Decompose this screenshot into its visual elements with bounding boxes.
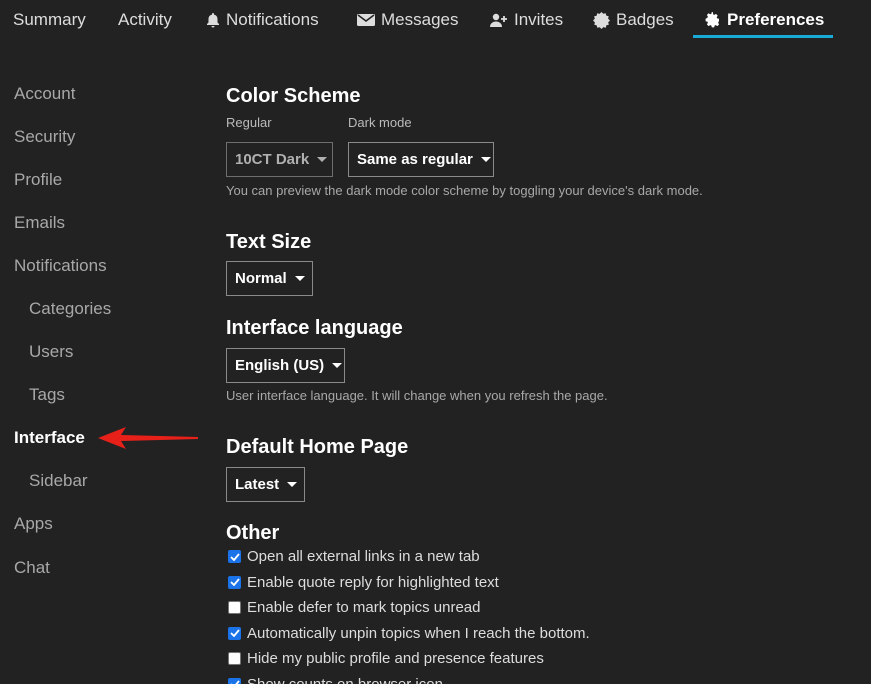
tab-invites-label: Invites xyxy=(514,10,564,29)
sidebar-item-apps[interactable]: Apps xyxy=(14,514,53,534)
color-scheme-heading: Color Scheme xyxy=(226,85,361,107)
chevron-down-icon xyxy=(287,482,298,487)
tab-summary-label: Summary xyxy=(13,10,86,29)
color-scheme-help: You can preview the dark mode color sche… xyxy=(226,183,703,198)
home-page-heading: Default Home Page xyxy=(226,436,409,458)
check-icon xyxy=(230,680,240,684)
tab-messages[interactable]: Messages xyxy=(357,0,458,40)
regular-scheme-value: 10CT Dark xyxy=(235,151,310,168)
checkbox[interactable] xyxy=(228,626,241,640)
user-nav-tabs: Summary Activity Notifications Messages … xyxy=(0,0,871,40)
gear-icon xyxy=(705,12,721,28)
checkbox-label: Enable quote reply for highlighted text xyxy=(247,573,499,591)
other-option-row[interactable]: Open all external links in a new tab xyxy=(228,548,480,565)
tab-notifications[interactable]: Notifications xyxy=(206,0,319,40)
sidebar-item-emails[interactable]: Emails xyxy=(14,213,65,233)
chevron-down-icon xyxy=(294,276,305,281)
regular-scheme-select[interactable]: 10CT Dark xyxy=(226,142,333,177)
user-plus-icon xyxy=(490,13,508,27)
checkbox-label: Open all external links in a new tab xyxy=(247,548,480,565)
sidebar-item-account[interactable]: Account xyxy=(14,84,75,104)
dark-scheme-label: Dark mode xyxy=(348,115,412,130)
tab-preferences[interactable]: Preferences xyxy=(705,0,824,40)
interface-language-heading: Interface language xyxy=(226,317,403,339)
other-heading: Other xyxy=(226,522,280,544)
tab-activity[interactable]: Activity xyxy=(118,0,172,40)
sidebar-item-users[interactable]: Users xyxy=(29,342,73,362)
check-icon xyxy=(229,552,240,561)
regular-scheme-label: Regular xyxy=(226,115,272,130)
bell-icon xyxy=(206,12,220,28)
checkbox[interactable] xyxy=(228,550,241,563)
certificate-icon xyxy=(593,11,610,29)
text-size-heading: Text Size xyxy=(226,231,312,253)
tab-invites[interactable]: Invites xyxy=(490,0,563,40)
interface-language-help: User interface language. It will change … xyxy=(226,388,608,403)
chevron-down-icon xyxy=(317,157,328,162)
sidebar-item-interface[interactable]: Interface xyxy=(14,428,85,448)
sidebar-item-sidebar[interactable]: Sidebar xyxy=(29,471,88,491)
checkbox-label: Hide my public profile and presence feat… xyxy=(247,650,544,667)
dark-scheme-select[interactable]: Same as regular xyxy=(348,142,494,177)
checkbox[interactable] xyxy=(228,575,241,589)
other-option-row[interactable]: Enable defer to mark topics unread xyxy=(228,599,480,616)
tab-notifications-label: Notifications xyxy=(226,10,319,29)
interface-language-select[interactable]: English (US) xyxy=(226,348,345,383)
tab-badges-label: Badges xyxy=(616,10,674,29)
sidebar-item-profile[interactable]: Profile xyxy=(14,170,62,190)
sidebar-item-chat[interactable]: Chat xyxy=(14,558,50,578)
sidebar-item-notifications[interactable]: Notifications xyxy=(14,256,107,276)
checkbox[interactable] xyxy=(228,601,241,614)
checkbox-label: Enable defer to mark topics unread xyxy=(247,599,481,616)
checkbox[interactable] xyxy=(228,677,241,684)
sidebar-item-categories[interactable]: Categories xyxy=(29,299,111,319)
dark-scheme-value: Same as regular xyxy=(357,151,473,168)
tab-summary[interactable]: Summary xyxy=(13,0,86,40)
interface-language-value: English (US) xyxy=(235,357,325,374)
text-size-select[interactable]: Normal xyxy=(226,261,313,296)
checkbox-label: Automatically unpin topics when I reach … xyxy=(247,624,590,642)
other-option-row[interactable]: Enable quote reply for highlighted text xyxy=(228,574,499,591)
other-option-row[interactable]: Hide my public profile and presence feat… xyxy=(228,650,544,667)
active-tab-indicator xyxy=(693,35,833,38)
envelope-icon xyxy=(357,13,375,27)
other-option-row[interactable]: Automatically unpin topics when I reach … xyxy=(228,625,590,642)
checkbox[interactable] xyxy=(228,652,241,665)
tab-messages-label: Messages xyxy=(381,10,459,29)
other-option-row[interactable]: Show counts on browser icon xyxy=(228,676,443,684)
tab-badges[interactable]: Badges xyxy=(593,0,674,40)
chevron-down-icon xyxy=(332,363,343,368)
chevron-down-icon xyxy=(480,157,491,162)
check-icon xyxy=(229,629,240,637)
tab-preferences-label: Preferences xyxy=(727,10,825,29)
sidebar-item-security[interactable]: Security xyxy=(14,127,75,147)
sidebar-item-tags[interactable]: Tags xyxy=(29,385,65,405)
home-page-value: Latest xyxy=(235,476,280,493)
text-size-value: Normal xyxy=(235,270,287,287)
tab-activity-label: Activity xyxy=(118,10,172,29)
checkbox-label: Show counts on browser icon xyxy=(247,675,443,684)
annotation-arrow-icon xyxy=(98,427,198,449)
home-page-select[interactable]: Latest xyxy=(226,467,305,502)
check-icon xyxy=(229,578,240,586)
